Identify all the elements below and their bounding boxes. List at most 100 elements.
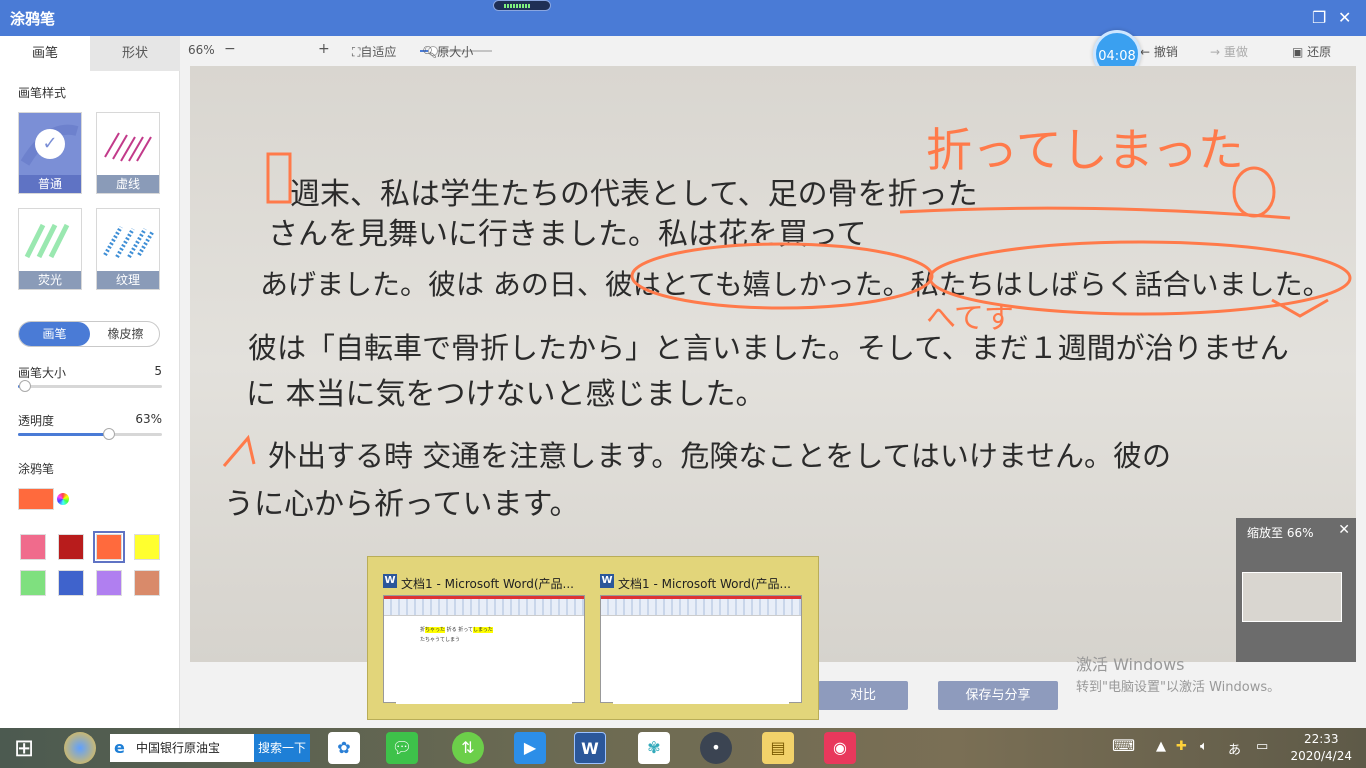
search-button[interactable]: 搜索一下: [254, 734, 310, 762]
color-swatch[interactable]: [93, 531, 125, 563]
activate-windows-hint: 转到"电脑设置"以激活 Windows。: [1076, 680, 1281, 695]
window-screenshot: 折ちゃった 折る 折ってしまった たちゃうてしまう: [383, 595, 585, 704]
restore-window-icon[interactable]: ❐: [1312, 8, 1326, 27]
color-swatch[interactable]: [20, 534, 46, 560]
document-page: [613, 620, 789, 704]
fit-button[interactable]: ⛶自适应: [352, 43, 396, 60]
windows-start-icon[interactable]: ⊞: [8, 732, 40, 764]
brush-style-label: 画笔样式: [18, 86, 67, 100]
ime-indicator[interactable]: あ: [1228, 739, 1241, 758]
style-normal[interactable]: ✓ 普通: [18, 112, 82, 194]
style-dashed[interactable]: 虚线: [96, 112, 160, 194]
check-icon: ✓: [35, 129, 65, 159]
tab-shape[interactable]: 形状: [90, 36, 180, 71]
title-bar: 涂鸦笔 ❐ ✕: [0, 0, 1366, 36]
restore-label: 还原: [1307, 45, 1332, 59]
zoom-popup-label: 缩放至: [1247, 526, 1284, 540]
zoom-in-button[interactable]: +: [318, 41, 330, 57]
undo-button[interactable]: ← 撤销: [1140, 43, 1178, 60]
current-color[interactable]: [18, 488, 54, 510]
style-texture[interactable]: 纹理: [96, 208, 160, 290]
ie-icon: e: [114, 738, 125, 757]
ink-text-annotation: へてす: [926, 301, 1014, 336]
window-preview[interactable]: W 文档1 - Microsoft Word(产品... 折ちゃった 折る 折っ…: [383, 571, 585, 704]
ink-line-annotation: [899, 206, 1291, 220]
handwriting-line: 週末、私は学生たちの代表として、足の骨を折った: [290, 177, 978, 212]
size-slider-handle[interactable]: [19, 380, 32, 392]
highlighter-style-preview: [19, 209, 81, 271]
zoom-popup: 缩放至 66% ✕: [1236, 518, 1356, 662]
color-swatch[interactable]: [134, 570, 160, 596]
window-preview[interactable]: W 文档1 - Microsoft Word(产品...: [600, 571, 802, 704]
zoom-out-button[interactable]: −: [224, 41, 236, 57]
zoom-level: 66%: [188, 43, 215, 57]
fit-label: 自适应: [360, 45, 397, 59]
zoom-popup-header: 缩放至 66%: [1247, 524, 1314, 541]
window-screenshot: [600, 595, 802, 704]
redo-button[interactable]: → 重做: [1210, 43, 1248, 60]
opacity-slider[interactable]: [18, 428, 162, 440]
mode-toggle: 画笔 橡皮擦: [18, 321, 160, 347]
style-highlighter[interactable]: 荧光: [18, 208, 82, 290]
style-label: 虚线: [97, 175, 159, 193]
taskbar: ⊞ 中国银行原油宝 e 搜索一下 ✿ 💬︎ ⇅ ▶ W ✾ • ▤ ◉ ⌨ ▲ …: [0, 728, 1366, 768]
mode-eraser-button[interactable]: 橡皮擦: [90, 322, 161, 346]
app-swirl-icon[interactable]: ✾: [638, 732, 670, 764]
tab-brush[interactable]: 画笔: [0, 36, 90, 71]
size-label: 画笔大小: [18, 366, 67, 380]
color-swatch[interactable]: [58, 570, 84, 596]
opacity-slider-fill: [18, 433, 109, 436]
clock[interactable]: 22:33 2020/4/24: [1290, 731, 1352, 765]
zoom-popup-value: 66%: [1286, 526, 1314, 540]
ink-mark-annotation: [222, 434, 256, 467]
opacity-slider-handle[interactable]: [102, 428, 115, 440]
ribbon-accent: [601, 596, 801, 599]
mode-brush-button[interactable]: 画笔: [19, 322, 90, 346]
app-title: 涂鸦笔: [10, 10, 56, 28]
word-icon: W: [383, 574, 397, 588]
color-swatch[interactable]: [96, 570, 122, 596]
handwriting-line: 彼は「自転車で骨折したから」と言いました。そして、まだ１週間が治りません: [248, 331, 1289, 365]
clock-time: 22:33: [1303, 732, 1339, 746]
live-app-icon[interactable]: ◉: [824, 732, 856, 764]
navigator-thumbnail[interactable]: [1242, 572, 1342, 622]
security-icon[interactable]: ✚: [1176, 739, 1187, 754]
opacity-label: 透明度: [18, 414, 55, 428]
media-icon[interactable]: •: [700, 732, 732, 764]
close-icon[interactable]: ✕: [1338, 522, 1350, 538]
baidu-netdisk-icon[interactable]: ✿: [328, 732, 360, 764]
doc-line: たちゃうてしまう: [420, 637, 461, 643]
color-wheel-icon[interactable]: [56, 492, 70, 506]
notification-icon[interactable]: ▭: [1256, 739, 1268, 754]
volume-icon[interactable]: 🔈︎: [1200, 739, 1208, 754]
sync-icon[interactable]: ⇅: [452, 732, 484, 764]
tray-expand-icon[interactable]: ▲: [1156, 739, 1166, 754]
opacity-value: 63%: [135, 412, 162, 426]
keyboard-icon[interactable]: ⌨: [1112, 736, 1135, 755]
normal-style-preview: ✓: [19, 113, 81, 175]
handwriting-line: うに心から祈っています。: [224, 487, 580, 522]
search-input[interactable]: 中国银行原油宝: [110, 734, 254, 762]
color-swatch[interactable]: [58, 534, 84, 560]
restore-button[interactable]: ▣ 还原: [1292, 43, 1331, 60]
original-size-button[interactable]: 🔍︎原大小: [422, 43, 473, 60]
recording-indicator[interactable]: [493, 0, 551, 11]
color-swatch[interactable]: [20, 570, 46, 596]
wechat-icon[interactable]: 💬︎: [386, 732, 418, 764]
save-share-button[interactable]: 保存与分享: [938, 681, 1058, 710]
color-swatch[interactable]: [134, 534, 160, 560]
style-label: 荧光: [19, 271, 81, 289]
ink-text-annotation: 折ってしまった: [926, 123, 1244, 177]
browser-ball-icon[interactable]: [64, 732, 96, 764]
document-page: 折ちゃった 折る 折ってしまった たちゃうてしまう: [396, 620, 572, 704]
close-window-icon[interactable]: ✕: [1338, 8, 1351, 27]
video-player-icon[interactable]: ▶: [514, 732, 546, 764]
word-icon[interactable]: W: [574, 732, 606, 764]
compare-button[interactable]: 对比: [818, 681, 908, 710]
handwriting-line: 外出する時 交通を注意します。危険なことをしてはいけません。彼の: [268, 439, 1171, 473]
undo-icon: ←: [1140, 45, 1154, 59]
size-slider[interactable]: [18, 380, 162, 392]
file-explorer-icon[interactable]: ▤: [762, 732, 794, 764]
clock-date: 2020/4/24: [1290, 749, 1352, 763]
handwriting-line: に 本当に気をつけないと感じました。: [246, 377, 766, 412]
